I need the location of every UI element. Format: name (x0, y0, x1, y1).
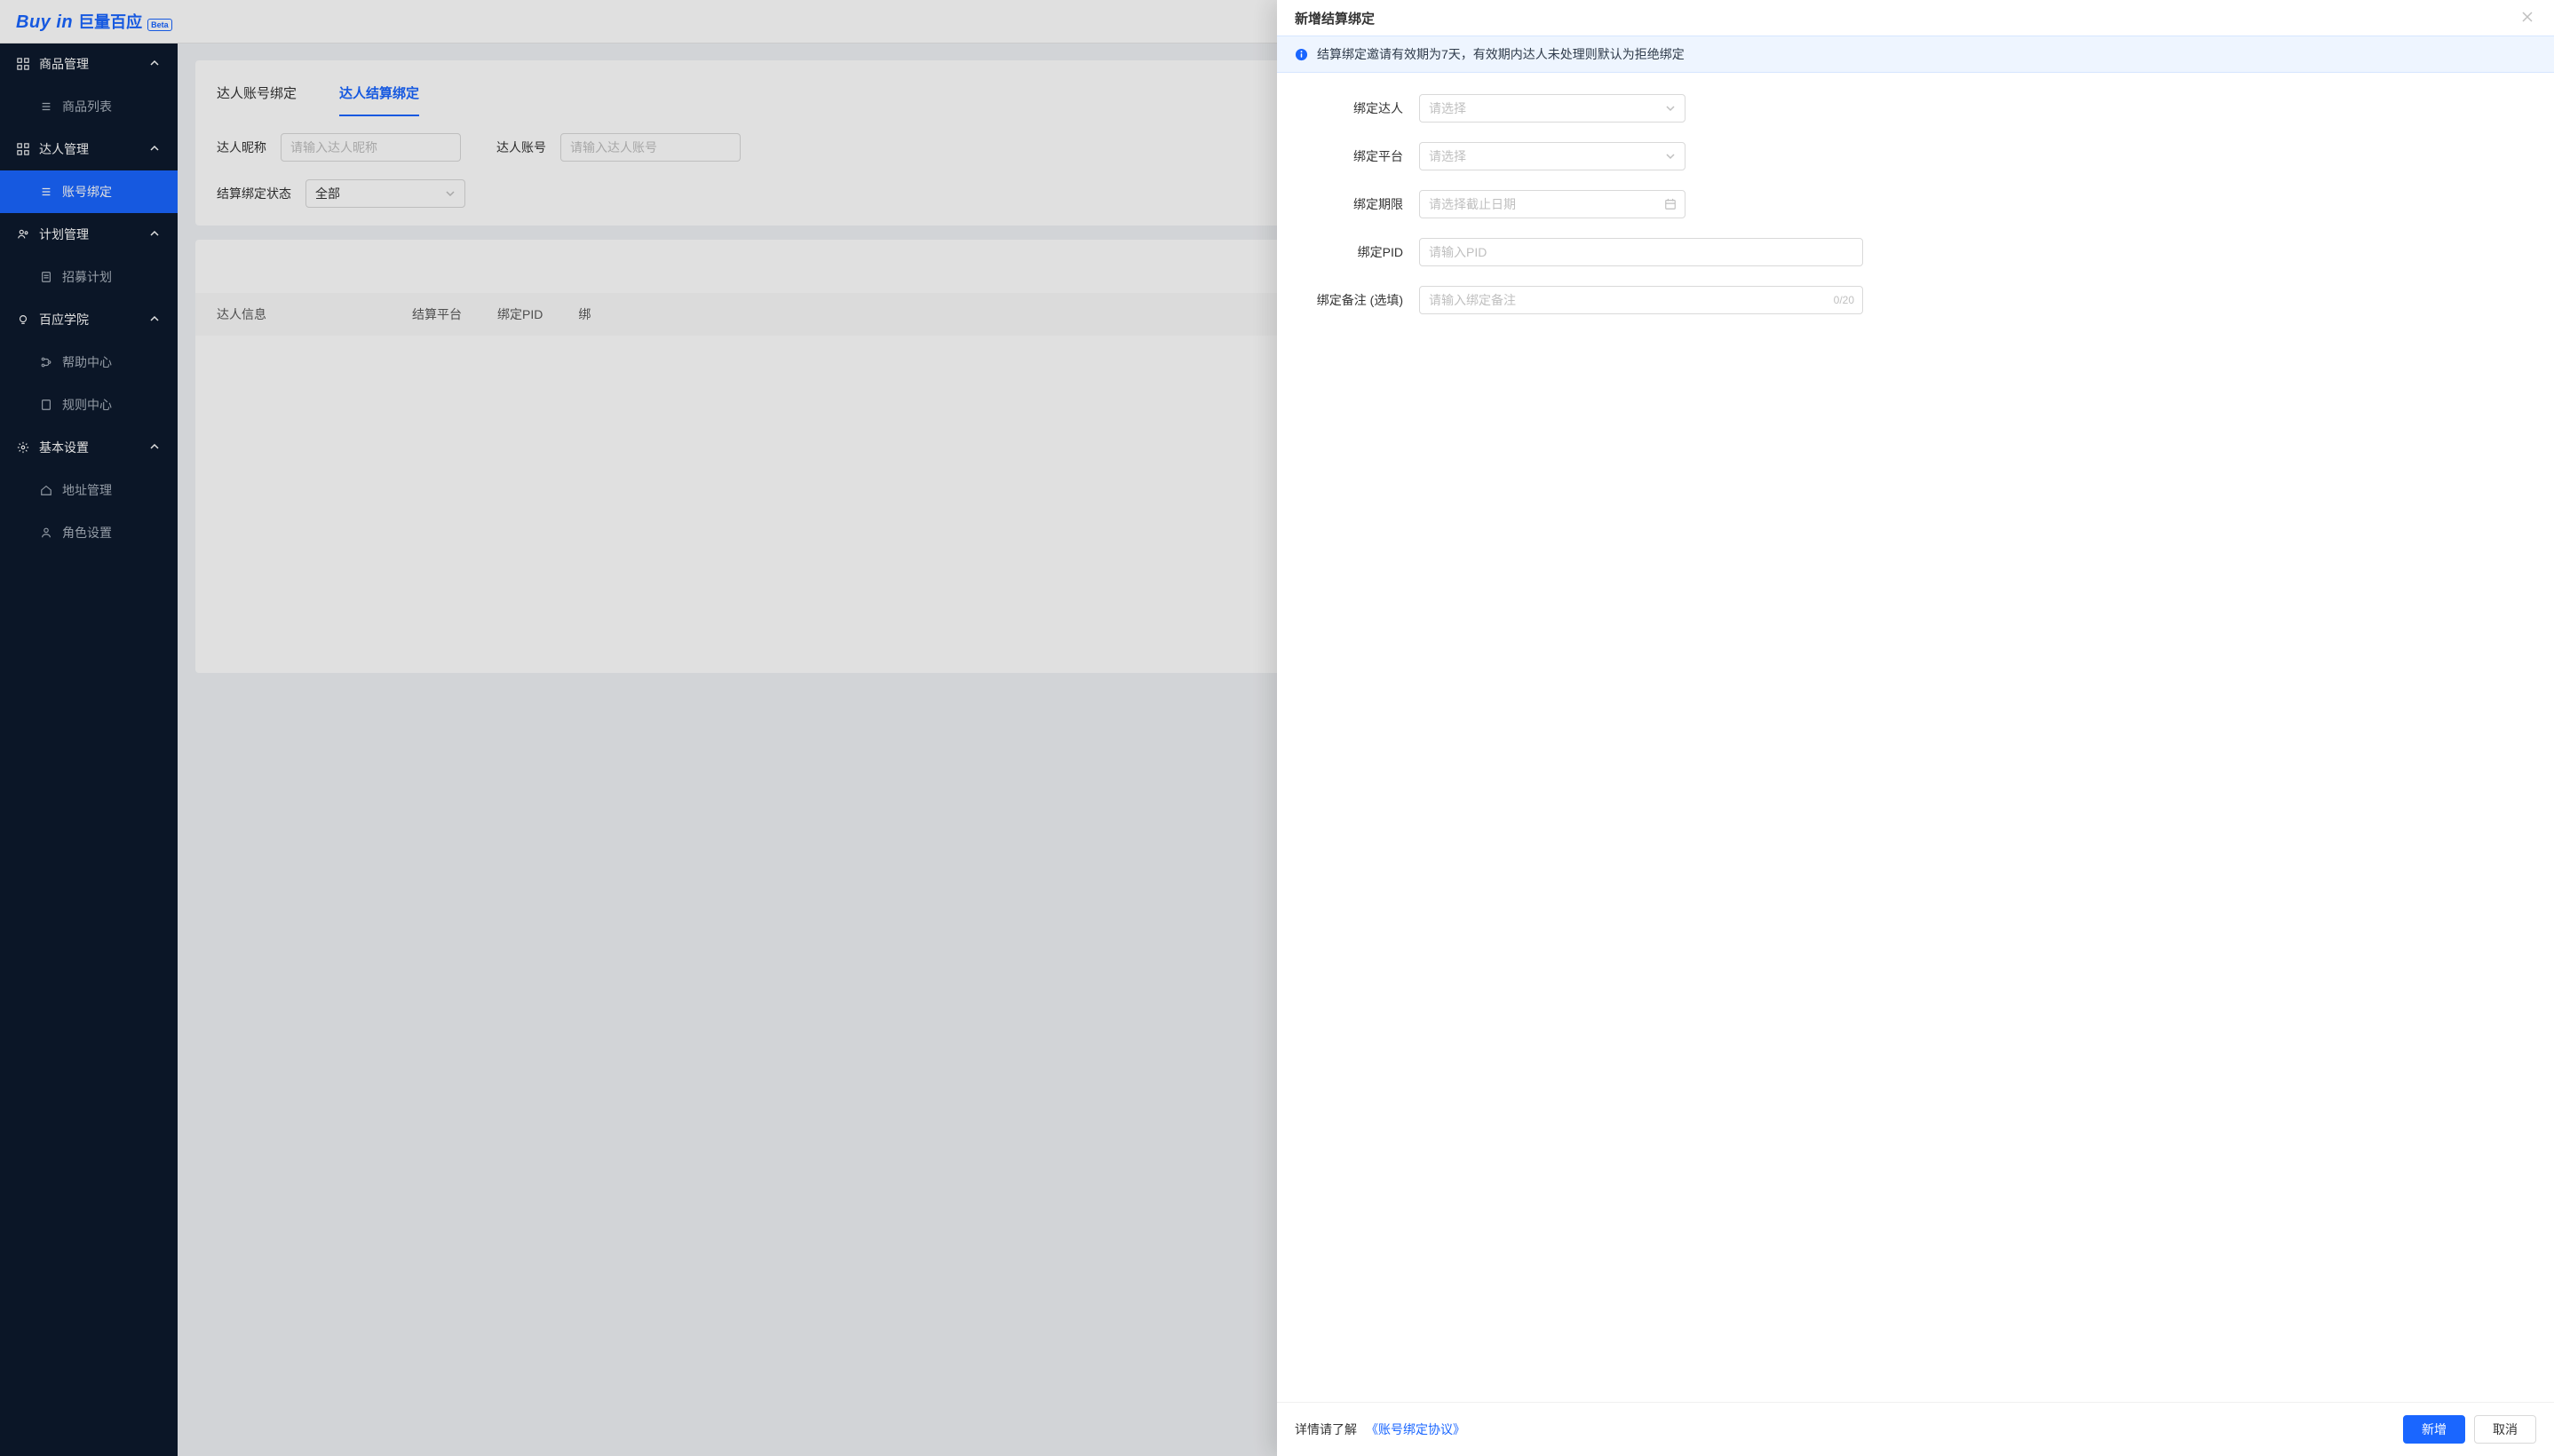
field-label: 绑定备注 (选填) (1295, 291, 1419, 309)
notice-text: 结算绑定邀请有效期为7天，有效期内达人未处理则默认为拒绝绑定 (1317, 45, 1685, 63)
close-icon[interactable] (2520, 10, 2536, 26)
footer-hint: 详情请了解 (1295, 1420, 1357, 1438)
calendar-icon (1664, 198, 1677, 210)
drawer-new-bind: 新增结算绑定 结算绑定邀请有效期为7天，有效期内达人未处理则默认为拒绝绑定 绑定… (1277, 0, 2554, 1456)
field-label: 绑定期限 (1295, 195, 1419, 213)
select-placeholder: 请选择 (1429, 147, 1466, 165)
char-counter: 0/20 (1834, 294, 1854, 306)
field-label: 绑定PID (1295, 243, 1419, 261)
field-label: 绑定达人 (1295, 99, 1419, 117)
cancel-button[interactable]: 取消 (2474, 1415, 2536, 1444)
chevron-down-icon (1665, 103, 1676, 114)
field-label: 绑定平台 (1295, 147, 1419, 165)
field-pid: 绑定PID (1295, 238, 2536, 266)
select-placeholder: 请选择 (1429, 99, 1466, 117)
drawer-title: 新增结算绑定 (1295, 9, 1375, 28)
pid-input[interactable] (1419, 238, 1863, 266)
chevron-down-icon (1665, 151, 1676, 162)
remark-input[interactable] (1419, 286, 1863, 314)
drawer-form: 绑定达人 请选择 绑定平台 请选择 绑定期限 (1277, 73, 2554, 1402)
field-platform: 绑定平台 请选择 (1295, 142, 2536, 170)
drawer-footer: 详情请了解 《账号绑定协议》 新增 取消 (1277, 1402, 2554, 1456)
submit-button[interactable]: 新增 (2403, 1415, 2465, 1444)
field-author: 绑定达人 请选择 (1295, 94, 2536, 123)
field-period: 绑定期限 (1295, 190, 2536, 218)
period-input[interactable] (1419, 190, 1685, 218)
drawer-notice: 结算绑定邀请有效期为7天，有效期内达人未处理则默认为拒绝绑定 (1277, 36, 2554, 73)
info-icon (1295, 48, 1308, 61)
field-remark: 绑定备注 (选填) 0/20 (1295, 286, 2536, 314)
author-select[interactable]: 请选择 (1419, 94, 1685, 123)
platform-select[interactable]: 请选择 (1419, 142, 1685, 170)
drawer-header: 新增结算绑定 (1277, 0, 2554, 36)
agreement-link[interactable]: 《账号绑定协议》 (1366, 1420, 1465, 1438)
